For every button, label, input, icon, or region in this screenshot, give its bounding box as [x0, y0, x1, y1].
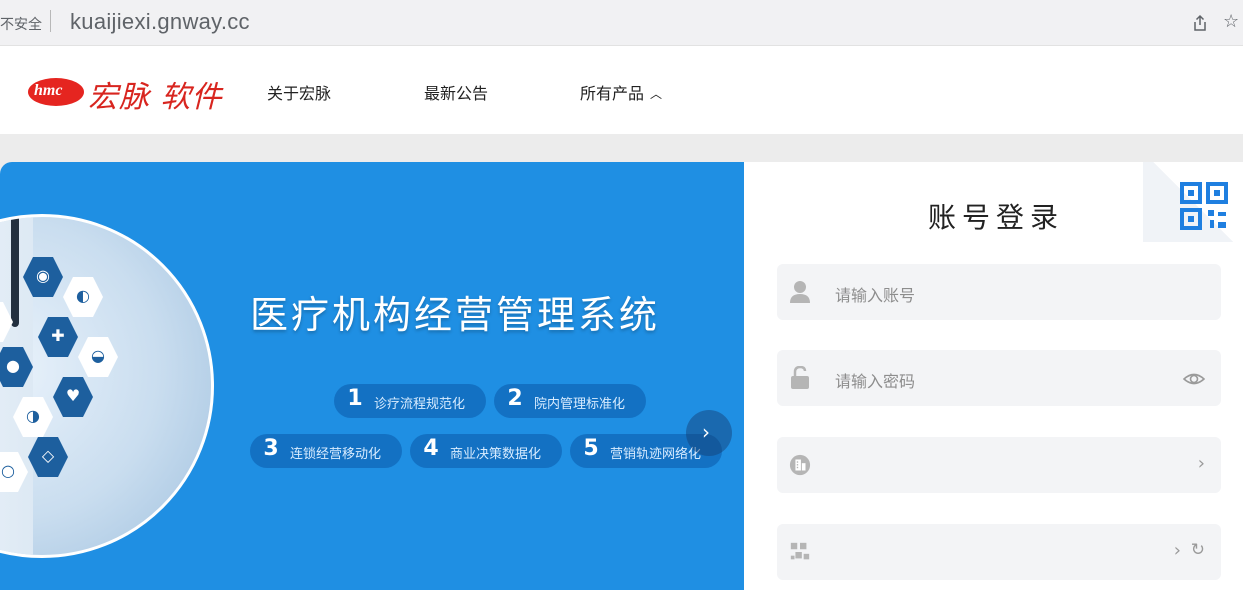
hex-icon: ✚ — [38, 317, 78, 357]
feature-text: 院内管理标准化 — [534, 397, 626, 412]
doctor-photo: ◉ ◐ ✚ ◒ ♥ ◑ ● ◓ ◇ ○ — [0, 214, 214, 558]
hex-icon: ◇ — [28, 437, 68, 477]
login-panel: 账号登录 请输入账号 请输入密码 › › ↻ — [744, 162, 1243, 590]
banner-title: 医疗机构经营管理系统 — [250, 293, 661, 337]
logo[interactable]: hmc 宏脉 软件 — [28, 72, 238, 115]
feature-number: 3 — [263, 436, 279, 461]
feature-text: 营销轨迹网络化 — [610, 447, 702, 462]
captcha-icon — [790, 542, 810, 560]
chevron-right-icon: › — [1173, 540, 1181, 561]
feature-pill: 2 院内管理标准化 — [494, 384, 646, 418]
organization-select[interactable]: › — [777, 437, 1221, 493]
url-field[interactable]: kuaijiexi.gnway.cc — [70, 9, 250, 35]
site-header: hmc 宏脉 软件 关于宏脉 最新公告 所有产品 ︿ — [0, 46, 1243, 134]
refresh-icon[interactable]: ↻ — [1191, 540, 1205, 560]
login-title: 账号登录 — [928, 201, 1065, 234]
hex-icon: ◐ — [63, 277, 103, 317]
feature-pill: 3 连锁经营移动化 — [250, 434, 402, 468]
feature-text: 商业决策数据化 — [450, 447, 542, 462]
eye-icon[interactable] — [1183, 368, 1205, 390]
nav-news[interactable]: 最新公告 — [424, 80, 488, 104]
hex-icon: ◒ — [78, 337, 118, 377]
password-input[interactable]: 请输入密码 — [777, 350, 1221, 406]
feature-pill: 4 商业决策数据化 — [410, 434, 562, 468]
nav-products-label: 所有产品 — [580, 84, 645, 103]
building-icon — [789, 454, 811, 476]
logo-text: 宏脉 软件 — [88, 80, 223, 115]
account-input[interactable]: 请输入账号 — [777, 264, 1221, 320]
browser-address-bar: 不安全 kuaijiexi.gnway.cc ☆ — [0, 0, 1243, 46]
feature-number: 5 — [583, 436, 599, 461]
chevron-right-icon: › — [1197, 453, 1205, 474]
caret-up-icon: ︿ — [650, 87, 663, 101]
share-icon[interactable] — [1191, 14, 1209, 32]
chevron-right-icon: › — [702, 420, 710, 444]
account-placeholder: 请输入账号 — [835, 286, 916, 305]
hex-icon: ♥ — [53, 377, 93, 417]
star-icon[interactable]: ☆ — [1223, 11, 1239, 32]
feature-text: 诊疗流程规范化 — [374, 397, 466, 412]
user-icon — [790, 281, 810, 303]
lock-icon — [791, 366, 809, 389]
nav-products[interactable]: 所有产品 ︿ — [580, 80, 662, 104]
carousel-next-button[interactable]: › — [686, 410, 732, 456]
logo-mark: hmc — [28, 78, 84, 106]
feature-number: 4 — [423, 436, 439, 461]
feature-text: 连锁经营移动化 — [290, 447, 382, 462]
password-placeholder: 请输入密码 — [835, 372, 916, 391]
stethoscope-graphic — [11, 217, 19, 327]
feature-number: 2 — [507, 386, 523, 411]
promo-banner: ◉ ◐ ✚ ◒ ♥ ◑ ● ◓ ◇ ○ 医疗机构经营管理系统 1 诊疗流程规范化… — [0, 162, 744, 590]
captcha-input[interactable]: › ↻ — [777, 524, 1221, 580]
insecure-label[interactable]: 不安全 — [0, 14, 42, 34]
address-separator — [50, 10, 51, 32]
qr-code-icon[interactable] — [1180, 182, 1230, 232]
feature-number: 1 — [347, 386, 363, 411]
feature-pill: 1 诊疗流程规范化 — [334, 384, 486, 418]
nav-about[interactable]: 关于宏脉 — [267, 80, 331, 104]
